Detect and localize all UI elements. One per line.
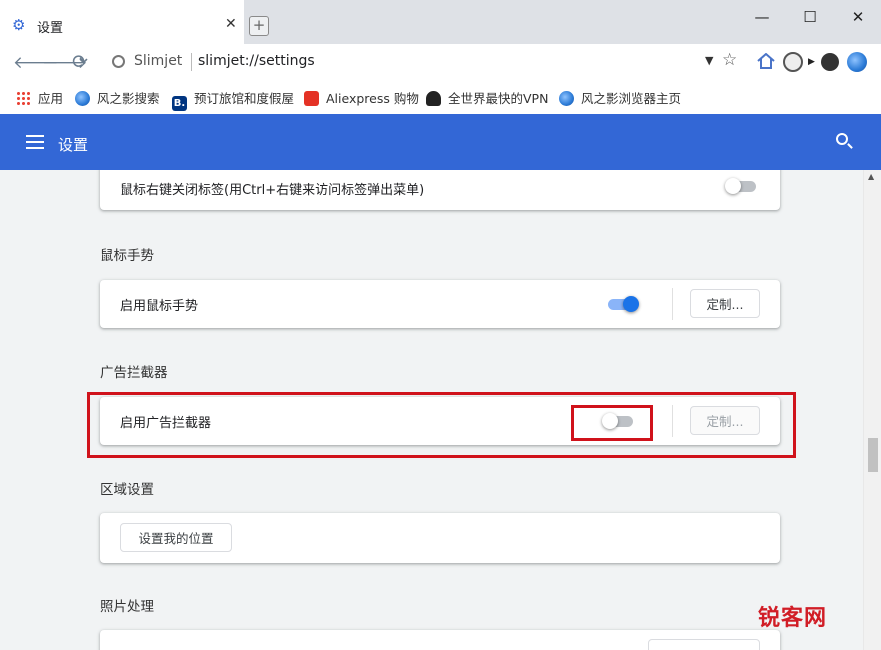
address-divider [191, 53, 192, 71]
bookmark-label: 预订旅馆和度假屋 [194, 91, 295, 106]
section-title-ad-blocker: 广告拦截器 [100, 365, 168, 381]
bookmark-apps[interactable]: 应用 [16, 88, 63, 106]
bookmark-booking[interactable]: B. 预订旅馆和度假屋 [172, 88, 295, 111]
address-brand: Slimjet [134, 53, 183, 69]
reload-icon[interactable]: ⟳ [72, 51, 88, 73]
scroll-thumb[interactable] [868, 438, 878, 472]
region-card: 设置我的位置 [100, 513, 780, 563]
mouse-gesture-label: 启用鼠标手势 [120, 299, 199, 314]
search-icon[interactable] [836, 133, 848, 145]
mouse-gesture-customize-button[interactable]: 定制... [690, 289, 760, 318]
bookmark-vpn[interactable]: 全世界最快的VPN [426, 88, 548, 106]
bookmark-label: 风之影搜索 [97, 91, 160, 106]
page-info-icon[interactable] [112, 55, 125, 68]
tab-strip: ⚙ 设置 ✕ + — ☐ ✕ [0, 0, 881, 44]
section-title-region: 区域设置 [100, 482, 154, 498]
divider [672, 288, 673, 320]
apps-grid-icon [16, 91, 31, 106]
bookmark-label: Aliexpress 购物 [326, 91, 419, 106]
menu-arrow-icon[interactable]: ▶ [808, 57, 815, 67]
photo-settings-button[interactable] [648, 639, 760, 650]
page-title: 设置 [58, 136, 89, 154]
maximize-button[interactable]: ☐ [800, 8, 820, 26]
ad-toggle-highlight-box [571, 405, 653, 441]
set-location-button[interactable]: 设置我的位置 [120, 523, 232, 552]
globe-icon [559, 91, 574, 106]
scrollbar[interactable]: ▲ [863, 170, 881, 650]
bookmark-label: 应用 [38, 91, 64, 106]
bookmark-aliexpress[interactable]: Aliexpress 购物 [304, 88, 419, 106]
minimize-button[interactable]: — [752, 8, 772, 26]
settings-content: 鼠标右键关闭标签(用Ctrl+右键来访问标签弹出菜单) 鼠标手势 启用鼠标手势 … [0, 170, 863, 650]
home-icon[interactable] [757, 52, 775, 69]
new-tab-button[interactable]: + [249, 16, 269, 36]
slimjet-menu-icon[interactable] [847, 52, 867, 72]
vpn-icon [426, 91, 441, 106]
tab-close-icon[interactable]: ✕ [225, 16, 237, 32]
mouse-gesture-card: 启用鼠标手势 定制... [100, 280, 780, 328]
bookmark-label: 风之影浏览器主页 [581, 91, 682, 106]
watermark: 锐客网 [758, 606, 828, 631]
window-close-button[interactable]: ✕ [848, 8, 868, 26]
bookmarks-bar: 应用 风之影搜索 B. 预订旅馆和度假屋 Aliexpress 购物 全世界最快的… [0, 80, 881, 114]
photo-card [100, 630, 780, 650]
close-tab-label: 鼠标右键关闭标签(用Ctrl+右键来访问标签弹出菜单) [120, 183, 425, 198]
settings-header: 设置 [0, 114, 881, 170]
hamburger-menu-icon[interactable] [26, 135, 44, 149]
bookmark-search[interactable]: 风之影搜索 [75, 88, 160, 106]
ad-blocker-highlight-box [87, 392, 796, 458]
bookmark-label: 全世界最快的VPN [448, 91, 549, 106]
aliexpress-icon [304, 91, 319, 106]
booking-icon: B. [172, 96, 187, 111]
address-url[interactable]: slimjet://settings [198, 53, 315, 69]
toolbar: 🡐 🡒 ⟳ Slimjet slimjet://settings ▼ ☆ ▶ [0, 44, 881, 81]
section-title-photo: 照片处理 [100, 599, 154, 615]
address-dropdown-icon[interactable]: ▼ [705, 54, 713, 67]
address-bar[interactable]: Slimjet slimjet://settings ▼ ☆ [100, 49, 750, 75]
gesture-hand-icon[interactable] [783, 52, 803, 72]
tab-title: 设置 [37, 21, 64, 36]
bookmark-star-icon[interactable]: ☆ [722, 50, 737, 70]
bookmark-homepage[interactable]: 风之影浏览器主页 [559, 88, 681, 106]
close-tab-toggle[interactable] [725, 176, 759, 196]
gear-icon: ⚙ [12, 16, 26, 34]
tab-settings[interactable]: ⚙ 设置 ✕ [0, 0, 244, 44]
mouse-gesture-toggle[interactable] [605, 294, 639, 314]
scroll-up-icon[interactable]: ▲ [868, 172, 874, 181]
globe-icon [75, 91, 90, 106]
profile-icon[interactable] [821, 53, 839, 71]
close-tab-card: 鼠标右键关闭标签(用Ctrl+右键来访问标签弹出菜单) [100, 170, 780, 210]
section-title-mouse-gesture: 鼠标手势 [100, 248, 154, 264]
